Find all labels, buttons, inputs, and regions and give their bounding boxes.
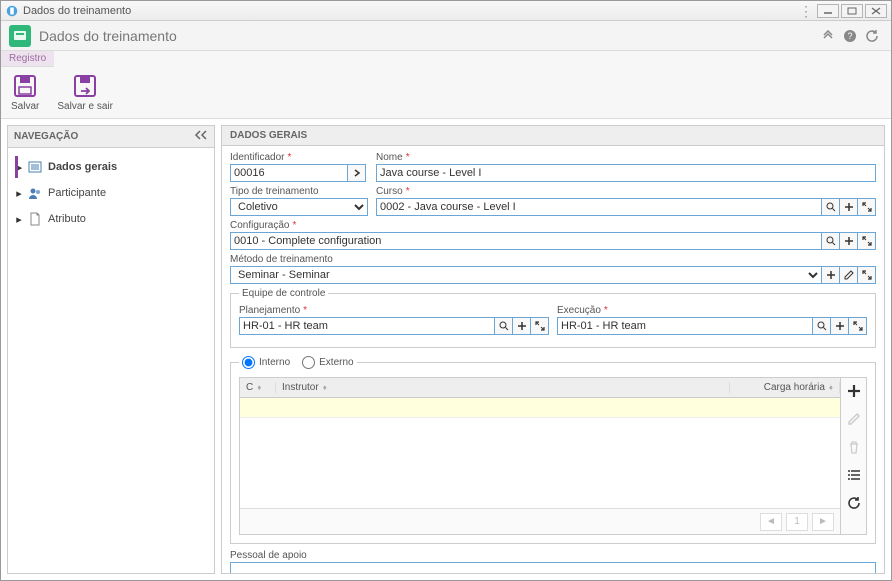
execucao-input[interactable] [557,317,813,335]
form-section-title: DADOS GERAIS [222,126,884,146]
interno-radio-label[interactable]: Interno [242,356,290,369]
nav-item-atributo[interactable]: ▸ Atributo [8,206,214,232]
metodo-add-button[interactable] [822,266,840,284]
page-next-button[interactable]: ► [812,513,834,531]
equipe-fieldset: Equipe de controle Planejamento [230,288,876,348]
equipe-legend: Equipe de controle [239,288,328,299]
nome-input[interactable] [376,164,876,182]
document-icon [28,212,42,226]
metodo-select[interactable]: Seminar - Seminar [230,266,822,284]
identificador-next-button[interactable] [348,164,366,182]
app-icon [5,4,19,18]
minimize-button[interactable] [817,4,839,18]
module-icon [9,25,31,47]
form-icon [28,160,42,174]
bullet-icon: ▸ [16,161,22,174]
curso-search-button[interactable] [822,198,840,216]
table-delete-button [845,438,863,456]
table-row[interactable] [240,398,840,418]
nav-item-label: Atributo [48,213,86,225]
page-number: 1 [786,513,808,531]
interno-externo-legend: Interno Externo [239,354,357,371]
identificador-input[interactable] [230,164,348,182]
apoio-label: Pessoal de apoio [230,550,876,561]
metodo-edit-button[interactable] [840,266,858,284]
col-instrutor[interactable]: Instrutor♦ [276,382,730,393]
sort-icon: ♦ [323,383,327,392]
ribbon: Registro Salvar Salvar e sair [1,51,891,119]
curso-add-button[interactable] [840,198,858,216]
save-exit-icon [72,73,98,99]
form-panel: DADOS GERAIS Identificador Nome [221,125,885,574]
nav-panel: NAVEGAÇÃO ▸ Dados gerais ▸ Participante [7,125,215,574]
interno-externo-fieldset: Interno Externo C♦ Instrutor♦ Carga horá… [230,354,876,544]
close-button[interactable] [865,4,887,18]
save-button[interactable]: Salvar [7,71,43,114]
table-list-button[interactable] [845,466,863,484]
externo-radio[interactable] [302,356,315,369]
nav-title: NAVEGAÇÃO [14,131,78,142]
nav-header: NAVEGAÇÃO [8,126,214,148]
config-add-button[interactable] [840,232,858,250]
bullet-icon: ▸ [16,213,22,226]
execucao-label: Execução [557,305,867,316]
svg-text:?: ? [847,31,852,41]
table-edit-button [845,410,863,428]
nav-item-dados-gerais[interactable]: ▸ Dados gerais [8,154,214,180]
people-icon [28,186,42,200]
col-carga[interactable]: Carga horária♦ [730,382,840,393]
save-exit-button[interactable]: Salvar e sair [53,71,117,114]
nav-collapse-icon[interactable] [194,130,208,143]
tipo-label: Tipo de treinamento [230,186,368,197]
config-input[interactable] [230,232,822,250]
window-menu-button[interactable]: ⋮ [799,4,813,18]
sort-icon: ♦ [829,383,833,392]
page-header: Dados do treinamento ? [1,21,891,51]
window-titlebar: Dados do treinamento ⋮ [1,1,891,21]
apoio-input[interactable] [230,562,876,574]
exec-expand-button[interactable] [849,317,867,335]
nav-item-label: Dados gerais [48,161,117,173]
nav-item-label: Participante [48,187,106,199]
config-label: Configuração [230,220,876,231]
curso-label: Curso [376,186,876,197]
metodo-expand-button[interactable] [858,266,876,284]
exec-search-button[interactable] [813,317,831,335]
metodo-label: Método de treinamento [230,254,876,265]
planejamento-label: Planejamento [239,305,549,316]
col-c[interactable]: C♦ [240,382,276,393]
plan-search-button[interactable] [495,317,513,335]
curso-input[interactable] [376,198,822,216]
curso-expand-button[interactable] [858,198,876,216]
page-prev-button[interactable]: ◄ [760,513,782,531]
maximize-button[interactable] [841,4,863,18]
page-title: Dados do treinamento [39,28,817,44]
nome-label: Nome [376,152,876,163]
planejamento-input[interactable] [239,317,495,335]
save-exit-label: Salvar e sair [57,101,113,112]
bullet-icon: ▸ [16,187,22,200]
ribbon-tab-registro[interactable]: Registro [1,51,54,67]
table-refresh-button[interactable] [845,494,863,512]
exec-add-button[interactable] [831,317,849,335]
interno-radio[interactable] [242,356,255,369]
table-add-button[interactable] [845,382,863,400]
plan-add-button[interactable] [513,317,531,335]
instrutor-table: C♦ Instrutor♦ Carga horária♦ ◄ 1 ► [239,377,867,535]
externo-radio-label[interactable]: Externo [302,356,353,369]
identificador-label: Identificador [230,152,368,163]
config-search-button[interactable] [822,232,840,250]
collapse-up-icon[interactable] [817,25,839,47]
tipo-select[interactable]: Coletivo [230,198,368,216]
window-title: Dados do treinamento [23,5,799,17]
config-expand-button[interactable] [858,232,876,250]
help-icon[interactable]: ? [839,25,861,47]
save-icon [12,73,38,99]
nav-item-participante[interactable]: ▸ Participante [8,180,214,206]
refresh-icon[interactable] [861,25,883,47]
plan-expand-button[interactable] [531,317,549,335]
sort-icon: ♦ [257,383,261,392]
save-label: Salvar [11,101,39,112]
